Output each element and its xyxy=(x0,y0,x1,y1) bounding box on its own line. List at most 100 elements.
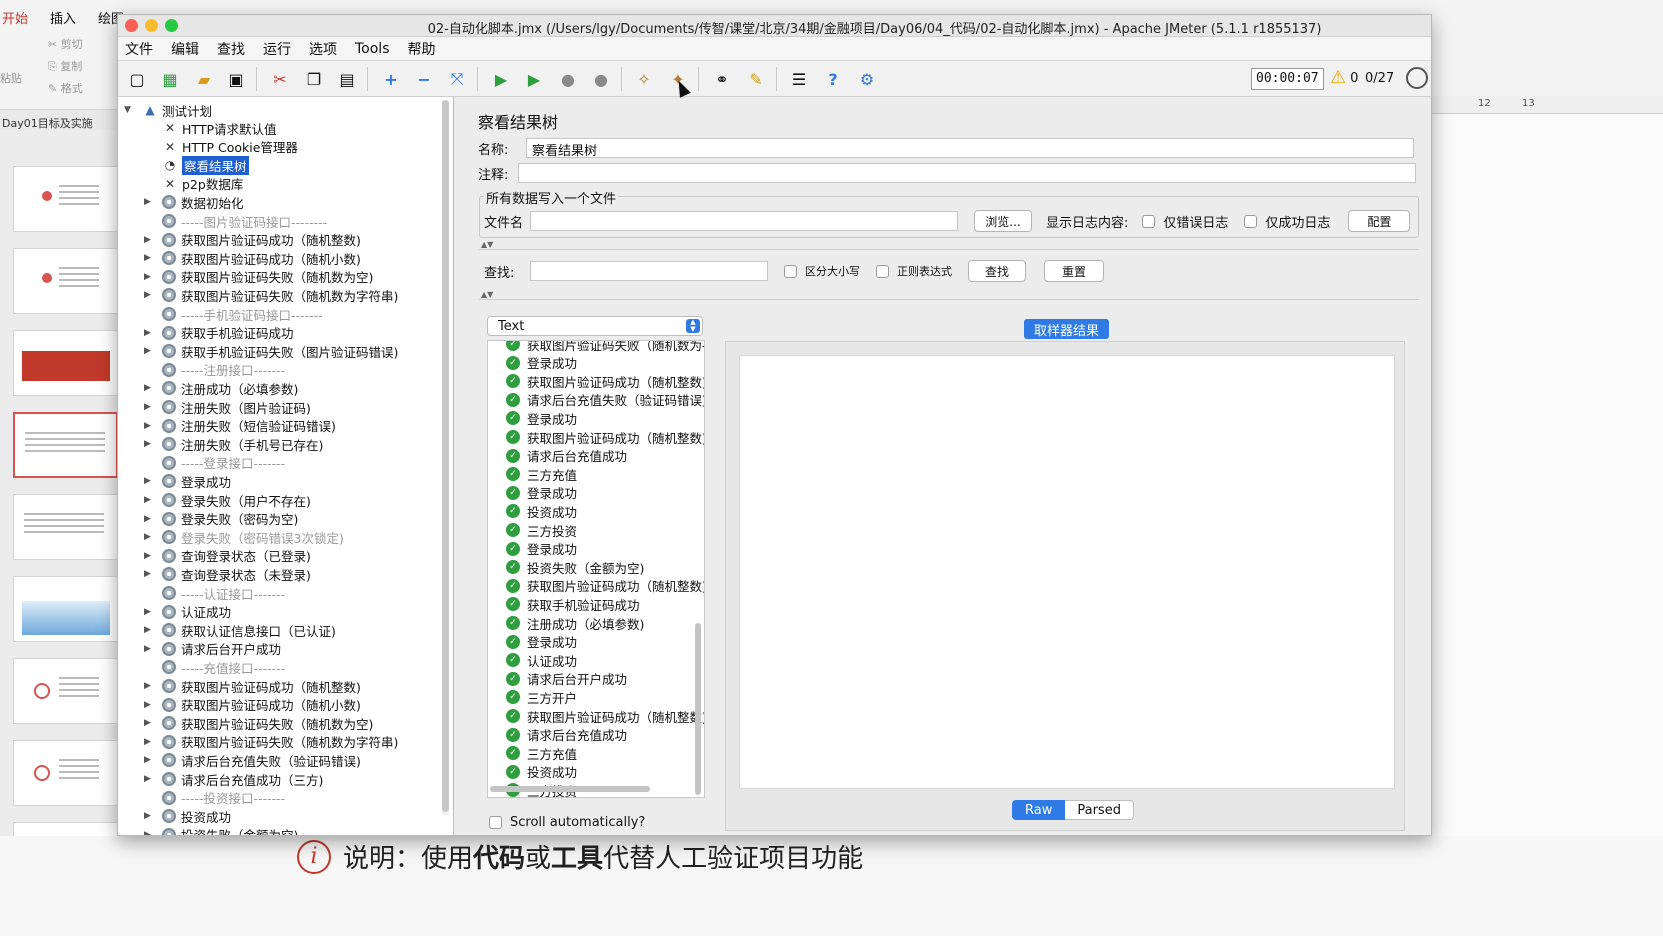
tree-node[interactable]: ▶ 投资成功 xyxy=(144,807,231,825)
collapse-all-icon[interactable]: − xyxy=(410,65,438,93)
tree-node[interactable]: -----投资接口------- xyxy=(144,789,285,807)
tree-node[interactable]: ▶ 认证成功 xyxy=(144,603,231,621)
regex-checkbox[interactable] xyxy=(876,264,889,278)
tree-node[interactable]: ▶ 请求后台开户成功 xyxy=(144,640,281,658)
tree-node[interactable]: ▶ 登录失败（密码为空) xyxy=(144,510,298,528)
name-field[interactable]: 察看结果树 xyxy=(526,138,1414,159)
tree-node[interactable]: ▶ 注册失败（短信验证码错误) xyxy=(144,417,336,435)
tree-node[interactable]: -----认证接口------- xyxy=(144,584,285,602)
result-text-area[interactable] xyxy=(739,355,1395,789)
expand-arrow-icon[interactable]: ▶ xyxy=(144,811,154,821)
tree-node[interactable]: ▶ 登录成功 xyxy=(144,472,231,490)
tree-node[interactable]: -----登录接口------- xyxy=(144,454,285,472)
expand-arrow-icon[interactable]: ▶ xyxy=(144,551,154,561)
reset-search-icon[interactable]: ✎ xyxy=(742,65,770,93)
slide-thumb[interactable] xyxy=(13,166,118,232)
expand-arrow-icon[interactable]: ▶ xyxy=(144,737,154,747)
split-arrows-icon[interactable]: ▲▼ xyxy=(481,290,493,299)
tree-node[interactable]: ▶ 获取认证信息接口（已认证) xyxy=(144,621,336,639)
expand-arrow-icon[interactable]: ▶ xyxy=(144,421,154,431)
expand-arrow-icon[interactable]: ▶ xyxy=(144,328,154,338)
result-item[interactable]: ✓ 投资成功 xyxy=(506,763,577,781)
result-item[interactable]: ✓ 获取图片验证码成功（随机整数) xyxy=(506,428,704,446)
result-item[interactable]: ✓ 登录成功 xyxy=(506,354,577,372)
open-icon[interactable]: ▰ xyxy=(190,65,218,93)
tree-node[interactable]: ✕ p2p数据库 xyxy=(144,175,243,193)
result-item[interactable]: ✓ 认证成功 xyxy=(506,651,577,669)
tree-node[interactable]: -----充值接口------- xyxy=(144,658,285,676)
tree-node[interactable]: ▶ 查询登录状态（已登录) xyxy=(144,547,311,565)
tree-node[interactable]: ▶ 请求后台充值失败（验证码错误) xyxy=(144,751,361,769)
result-item[interactable]: ✓ 获取图片验证码成功（随机整数) xyxy=(506,372,704,390)
menu-tools[interactable]: Tools xyxy=(355,41,390,57)
tree-node[interactable]: ▶ 获取图片验证码成功（随机小数) xyxy=(144,696,361,714)
find-button[interactable]: 查找 xyxy=(968,260,1026,282)
warning-indicator[interactable]: ⚠ 0 xyxy=(1330,69,1358,87)
slide-thumb[interactable] xyxy=(13,248,118,314)
tree-scrollbar[interactable] xyxy=(442,100,449,815)
slide-thumb[interactable] xyxy=(13,330,118,396)
expand-arrow-icon[interactable]: ▶ xyxy=(144,830,154,835)
cut-button[interactable]: ✂ 剪切 xyxy=(48,36,83,52)
filename-field[interactable] xyxy=(530,211,958,231)
ribbon-tab-home[interactable]: 开始 xyxy=(2,8,28,27)
reset-button[interactable]: 重置 xyxy=(1044,260,1104,282)
split-arrows-icon[interactable]: ▲▼ xyxy=(481,240,493,249)
expand-arrow-icon[interactable]: ▶ xyxy=(144,718,154,728)
browse-button[interactable]: 浏览... xyxy=(974,210,1032,232)
new-icon[interactable]: ▢ xyxy=(123,65,151,93)
tab-sampler-result[interactable]: 取样器结果 xyxy=(1024,319,1110,339)
result-item[interactable]: ✓ 请求后台开户成功 xyxy=(506,670,627,688)
result-item[interactable]: ✓ 获取手机验证码成功 xyxy=(506,595,640,613)
cut-icon[interactable]: ✂ xyxy=(266,65,294,93)
slide-thumb[interactable] xyxy=(13,658,118,724)
result-item[interactable]: ✓ 投资失败（金额为空) xyxy=(506,558,644,576)
tree-node[interactable]: ▶ 投资失败（金额为空) xyxy=(144,826,298,835)
expand-arrow-icon[interactable]: ▶ xyxy=(144,681,154,691)
menu-edit[interactable]: 编辑 xyxy=(171,39,199,59)
expand-arrow-icon[interactable]: ▶ xyxy=(144,197,154,207)
expand-arrow-icon[interactable]: ▶ xyxy=(144,532,154,542)
copy-button[interactable]: ⎘ 复制 xyxy=(48,58,82,74)
expand-arrow-icon[interactable]: ▶ xyxy=(144,402,154,412)
tree-node[interactable]: ▶ 获取图片验证码失败（随机数为空) xyxy=(144,714,373,732)
expand-arrow-icon[interactable]: ▶ xyxy=(144,495,154,505)
expand-arrow-icon[interactable]: ▶ xyxy=(144,439,154,449)
paste-icon[interactable]: ▤ xyxy=(333,65,361,93)
search-field[interactable] xyxy=(530,261,768,281)
copy-icon[interactable]: ❐ xyxy=(300,65,328,93)
remote-icon[interactable]: ⚙ xyxy=(853,65,881,93)
scroll-auto-checkbox[interactable] xyxy=(489,816,502,829)
errors-only-checkbox[interactable] xyxy=(1142,214,1156,228)
remote-status-icon[interactable] xyxy=(1406,67,1428,89)
start-no-pause-icon[interactable]: ▶ xyxy=(520,65,548,93)
expand-arrow-icon[interactable]: ▶ xyxy=(144,476,154,486)
save-icon[interactable]: ▣ xyxy=(222,65,250,93)
tree-node[interactable]: ▶ 注册失败（手机号已存在) xyxy=(144,435,323,453)
menu-options[interactable]: 选项 xyxy=(309,39,337,59)
expand-arrow-icon[interactable]: ▶ xyxy=(144,700,154,710)
expand-arrow-icon[interactable]: ▶ xyxy=(144,607,154,617)
menu-search[interactable]: 查找 xyxy=(217,39,245,59)
templates-icon[interactable]: ▦ xyxy=(156,65,184,93)
tree-node[interactable]: ▶ 获取图片验证码失败（随机数为字符串) xyxy=(144,286,398,304)
result-item[interactable]: ✓ 请求后台充值失败（验证码错误) xyxy=(506,391,704,409)
renderer-select[interactable]: Text ▲ ▼ xyxy=(487,316,703,336)
results-scrollbar[interactable] xyxy=(695,623,701,795)
raw-tab[interactable]: Raw xyxy=(1012,800,1066,820)
expand-arrow-icon[interactable]: ▶ xyxy=(144,625,154,635)
results-hscrollbar[interactable] xyxy=(490,786,650,792)
tree-node[interactable]: ▶ 请求后台充值成功（三方) xyxy=(144,770,323,788)
result-item[interactable]: ✓ 投资成功 xyxy=(506,502,577,520)
toggle-icon[interactable]: ⤧ xyxy=(443,65,471,93)
tree-node[interactable]: ▶ 获取图片验证码成功（随机整数) xyxy=(144,677,361,695)
search-binoculars-icon[interactable]: ⚭ xyxy=(708,65,736,93)
tree-node[interactable]: ▶ 登录失败（密码错误3次锁定) xyxy=(144,528,344,546)
menu-help[interactable]: 帮助 xyxy=(408,39,436,59)
tree-node[interactable]: ▶ 注册失败（图片验证码) xyxy=(144,398,311,416)
slide-thumb[interactable] xyxy=(13,494,118,560)
tree-node[interactable]: -----图片验证码接口-------- xyxy=(144,212,327,230)
parsed-tab[interactable]: Parsed xyxy=(1065,800,1134,820)
tree-node[interactable]: ◔ 察看结果树 xyxy=(144,155,249,175)
comment-field[interactable] xyxy=(518,163,1416,183)
